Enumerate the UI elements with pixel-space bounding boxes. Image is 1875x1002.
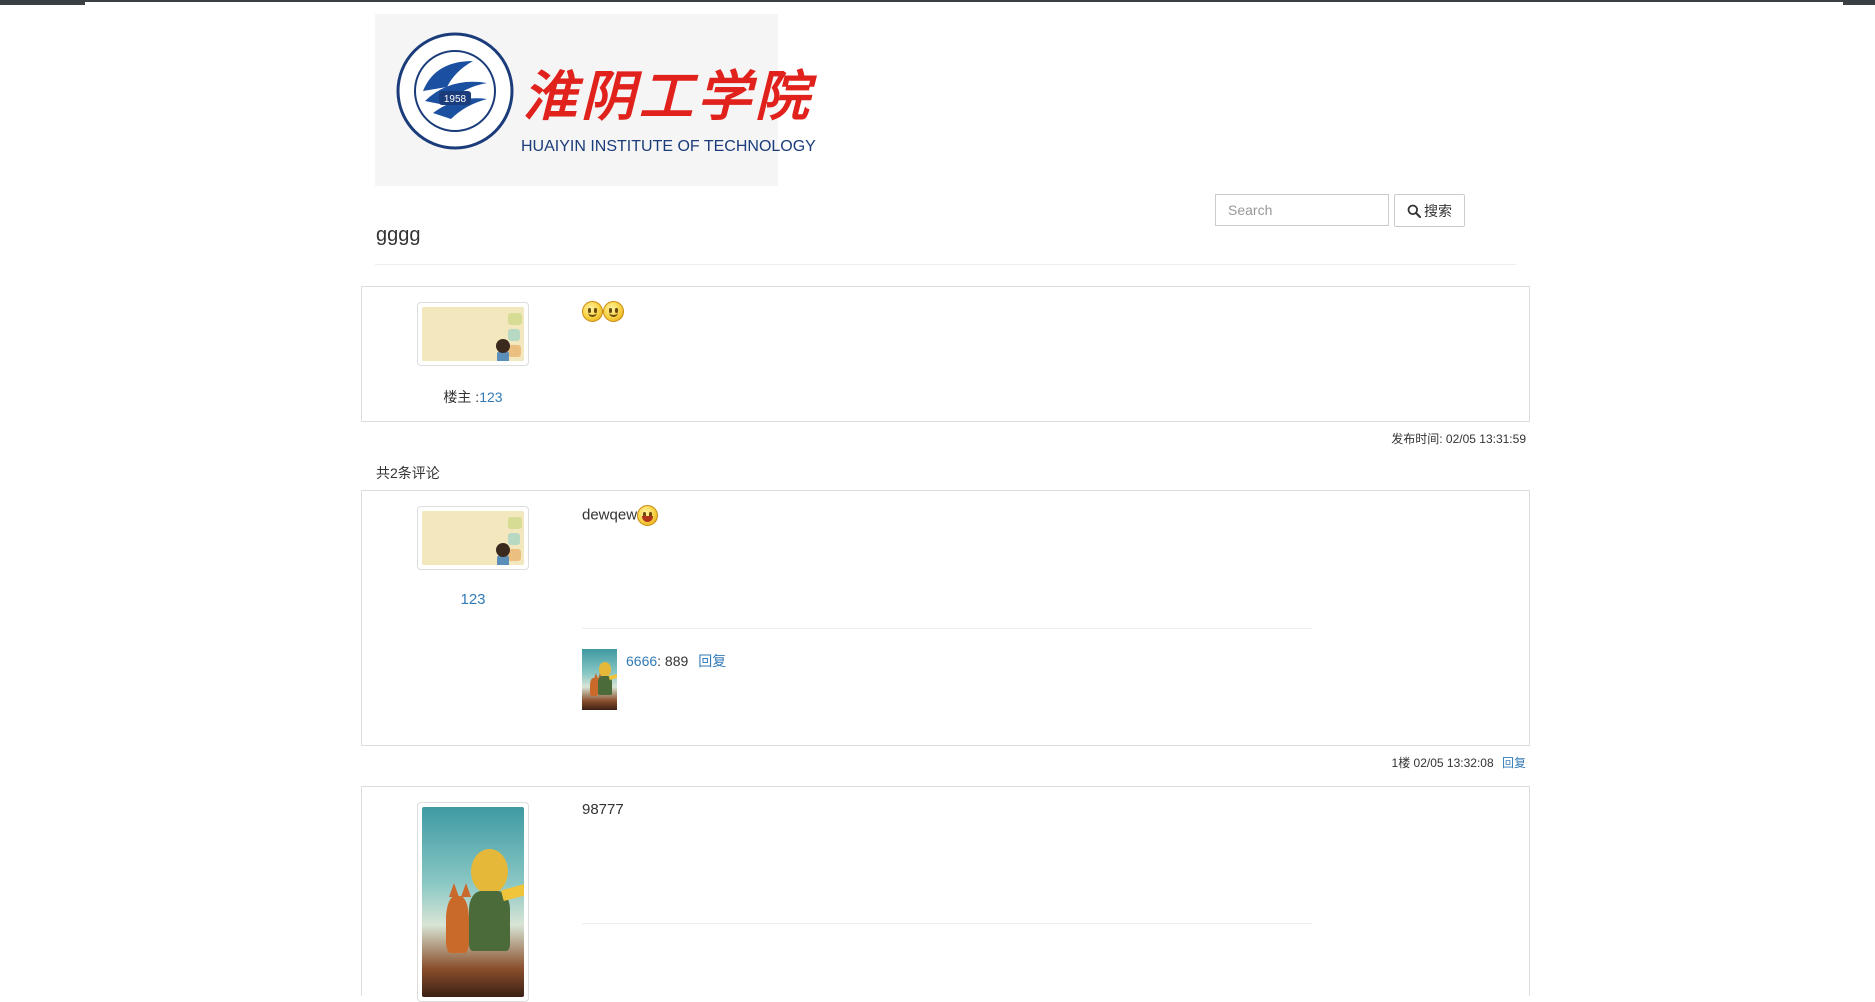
browser-top-bar bbox=[0, 0, 1875, 6]
comment-panel: 123 dewqew 6666: 889 回复 bbox=[361, 490, 1530, 746]
reply-text: 889 bbox=[661, 653, 689, 669]
author-avatar[interactable] bbox=[417, 302, 529, 366]
reply-avatar-image bbox=[582, 649, 617, 710]
post-author: 楼主 :123 bbox=[417, 387, 529, 407]
comment-text: dewqew bbox=[582, 506, 638, 524]
emblem-year: 1958 bbox=[444, 94, 467, 105]
comment-footer: 1楼 02/05 13:32:08 回复 bbox=[1392, 754, 1526, 771]
reply-reply-link[interactable]: 回复 bbox=[698, 653, 726, 669]
smile-emoji bbox=[582, 301, 603, 322]
top-bar-right bbox=[1843, 0, 1875, 5]
floor-time: 1楼 02/05 13:32:08 bbox=[1391, 756, 1494, 770]
commenter-avatar[interactable] bbox=[417, 506, 529, 570]
commenter-avatar[interactable] bbox=[417, 802, 529, 1002]
reply-divider bbox=[582, 628, 1312, 629]
post-title: gggg bbox=[376, 224, 421, 246]
comment-reply-link[interactable]: 回复 bbox=[1502, 756, 1526, 770]
post-content bbox=[582, 301, 624, 322]
publish-time: 发布时间: 02/05 13:31:59 bbox=[1391, 432, 1526, 446]
reply-item: 6666: 889 回复 bbox=[626, 651, 726, 671]
search-button-label: 搜索 bbox=[1424, 202, 1452, 219]
reply-avatar[interactable] bbox=[582, 649, 617, 710]
school-name-cn: 淮阴工学院 bbox=[523, 64, 813, 128]
top-bar-line bbox=[85, 0, 1843, 2]
comment-content: dewqew bbox=[582, 505, 659, 526]
laugh-emoji bbox=[637, 505, 659, 526]
search-input[interactable] bbox=[1215, 194, 1389, 226]
smile-emoji bbox=[603, 301, 624, 322]
reply-user-link[interactable]: 6666 bbox=[626, 653, 657, 669]
avatar-image bbox=[422, 511, 524, 565]
avatar-image bbox=[422, 307, 524, 361]
school-emblem-icon: 1958 bbox=[396, 32, 514, 150]
comment-count: 共2条评论 bbox=[376, 465, 440, 481]
school-logo: 1958 淮阴工学院 HUAIYIN INSTITUTE OF TECHNOLO… bbox=[375, 14, 816, 186]
author-prefix: 楼主 : bbox=[443, 389, 480, 405]
search-icon bbox=[1407, 204, 1421, 218]
school-name-en: HUAIYIN INSTITUTE OF TECHNOLOGY bbox=[521, 138, 816, 155]
comment-content: 98777 bbox=[582, 801, 624, 818]
main-post-panel: 楼主 :123 bbox=[361, 286, 1530, 422]
avatar-image bbox=[422, 807, 524, 997]
commenter-name[interactable]: 123 bbox=[417, 591, 529, 608]
title-divider bbox=[375, 264, 1516, 265]
top-bar-left bbox=[0, 0, 85, 5]
comment-panel: 98777 bbox=[361, 786, 1530, 1002]
author-link[interactable]: 123 bbox=[479, 389, 502, 405]
reply-divider bbox=[582, 923, 1312, 924]
search-button[interactable]: 搜索 bbox=[1394, 194, 1465, 227]
